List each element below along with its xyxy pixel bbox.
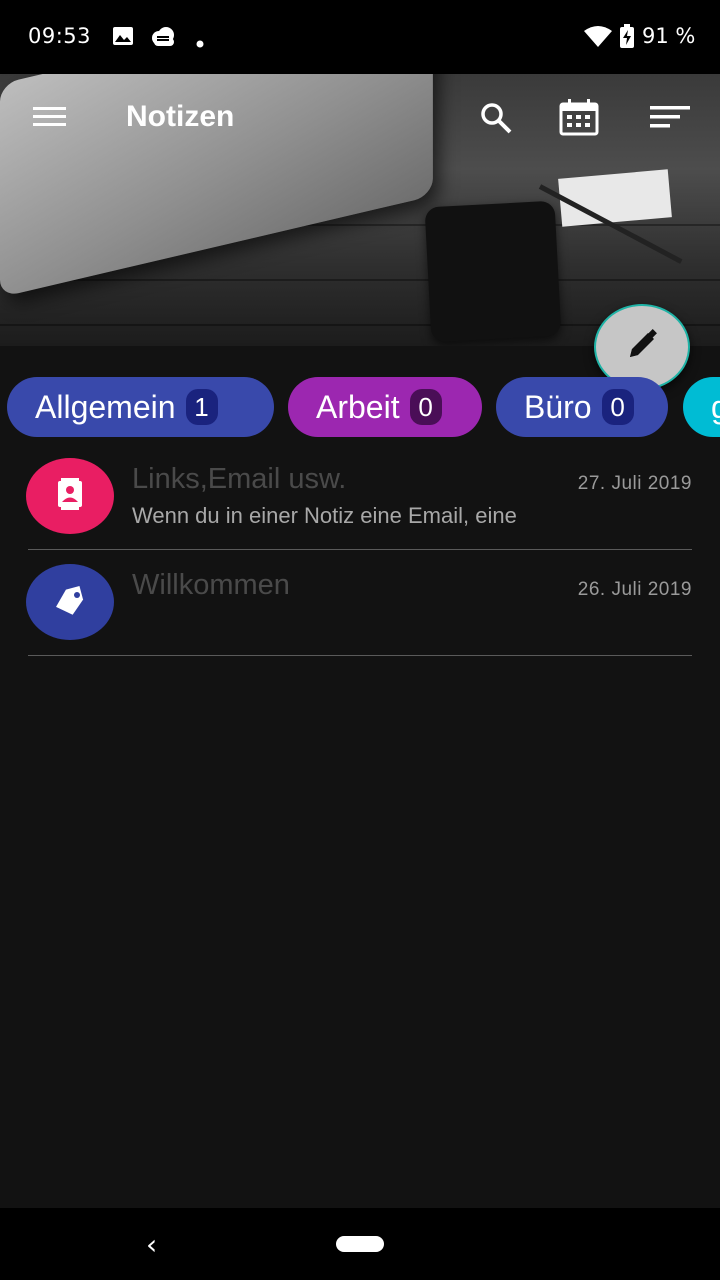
note-title: Links,Email usw. [132, 463, 347, 495]
phone-photo [424, 200, 562, 343]
search-icon[interactable] [476, 98, 516, 138]
dot-icon [196, 33, 204, 52]
chip-label: Allgemein [35, 388, 176, 425]
chip-allgemein[interactable]: Allgemein 1 [7, 377, 274, 437]
chip-label: Büro [524, 388, 592, 425]
chip-arbeit[interactable]: Arbeit 0 [288, 377, 482, 437]
chip-count: 0 [409, 389, 442, 425]
note-date: 26. Juli 2019 [577, 579, 692, 600]
note-avatar [26, 564, 114, 640]
navigation-bar: ‹ [0, 1208, 720, 1280]
wifi-icon [584, 26, 612, 52]
contact-card-icon [55, 477, 85, 515]
divider [28, 549, 692, 550]
home-button[interactable] [336, 1236, 384, 1252]
chip-buero[interactable]: Büro 0 [496, 377, 668, 437]
cloud-icon [150, 26, 176, 52]
note-title: Willkommen [132, 569, 290, 601]
battery-percentage: 91 % [642, 24, 696, 48]
back-button[interactable]: ‹ [146, 1228, 157, 1261]
divider [28, 655, 692, 656]
pencil-icon [624, 327, 660, 368]
tag-icon [53, 585, 87, 620]
chip-label: Arbeit [316, 388, 400, 425]
battery-charging-icon [620, 24, 634, 52]
menu-icon[interactable] [30, 98, 70, 138]
sort-icon[interactable] [648, 98, 690, 138]
chip-count: 1 [185, 389, 218, 425]
list-item[interactable]: Willkommen 26. Juli 2019 [0, 551, 720, 657]
category-chips: Allgemein 1 Arbeit 0 Büro 0 g [0, 377, 720, 437]
page-title: Notizen [126, 100, 235, 133]
header-banner: Notizen [0, 74, 720, 346]
chip-label: g [711, 388, 720, 425]
wood-plank-line [0, 279, 720, 281]
chip-partial[interactable]: g [683, 377, 720, 437]
status-time: 09:53 [28, 24, 92, 48]
image-icon [112, 26, 134, 50]
note-avatar [26, 458, 114, 534]
list-item[interactable]: Links,Email usw. 27. Juli 2019 Wenn du i… [0, 445, 720, 551]
note-date: 27. Juli 2019 [577, 473, 692, 494]
note-snippet: Wenn du in einer Notiz eine Email, eine [132, 503, 517, 528]
calendar-icon[interactable] [558, 98, 599, 138]
status-bar: 09:53 91 % [0, 0, 720, 74]
notepad-photo [558, 169, 672, 227]
chip-count: 0 [601, 389, 634, 425]
